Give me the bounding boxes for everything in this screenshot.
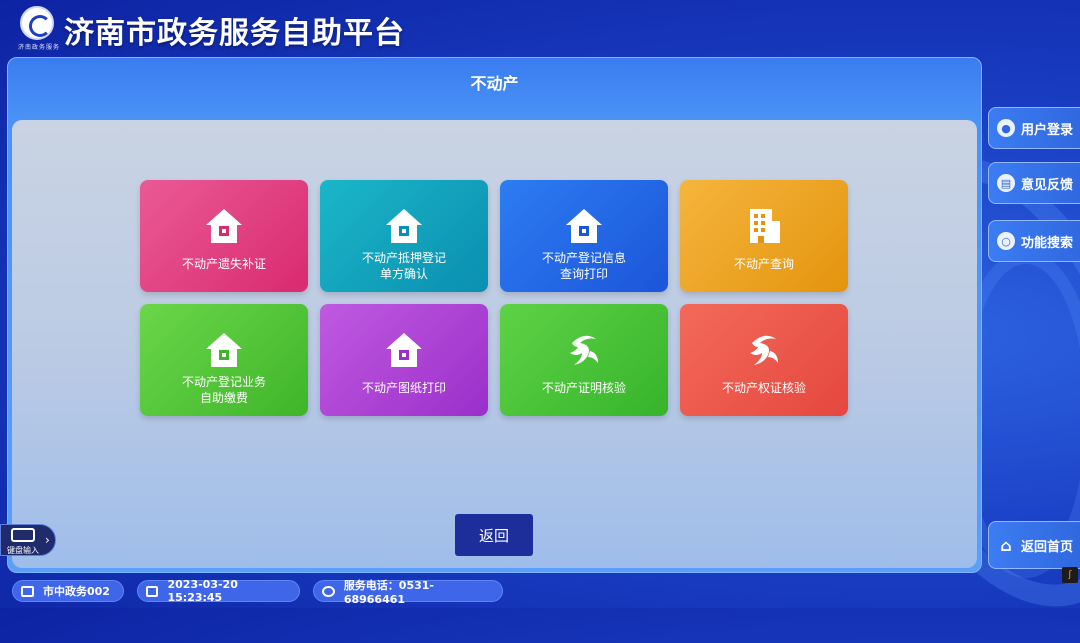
keyboard-icon bbox=[11, 528, 35, 542]
phone-icon bbox=[322, 585, 335, 597]
service-tile-label: 不动产图纸打印 bbox=[361, 381, 446, 395]
service-phone-badge: 服务电话：0531-68966461 bbox=[313, 579, 503, 606]
service-tile-4[interactable]: 不动产查询 bbox=[680, 180, 848, 292]
sidebar-item-feedback[interactable]: ▤ 意见反馈 bbox=[988, 162, 1080, 204]
service-tile-6[interactable]: 不动产图纸打印 bbox=[320, 304, 488, 416]
service-tile-1[interactable]: 不动产遗失补证 bbox=[140, 180, 308, 292]
terminal-id: 市中政务002 bbox=[43, 585, 110, 598]
header: 济南政务服务 济南市政务服务自助平台 bbox=[0, 0, 1080, 56]
building-icon bbox=[742, 206, 786, 246]
service-tile-label: 不动产权证核验 bbox=[721, 381, 806, 395]
house-icon bbox=[382, 330, 426, 370]
search-icon: ○ bbox=[997, 232, 1015, 250]
datetime-badge: 2023-03-20 15:23:45 bbox=[137, 578, 300, 604]
platform-logo-icon bbox=[20, 6, 54, 40]
service-tile-label: 不动产证明核验 bbox=[541, 381, 626, 395]
swirl-logo-icon bbox=[562, 330, 606, 370]
sidebar-item-label: 意见反馈 bbox=[1021, 177, 1074, 193]
service-tile-label: 不动产遗失补证 bbox=[181, 257, 266, 271]
monitor-icon bbox=[21, 585, 34, 597]
service-tile-8[interactable]: 不动产权证核验 bbox=[680, 304, 848, 416]
datetime: 2023-03-20 15:23:45 bbox=[167, 578, 238, 604]
service-tile-2[interactable]: 不动产抵押登记 单方确认 bbox=[320, 180, 488, 292]
house-icon bbox=[562, 206, 606, 246]
keyboard-input-label: 键盘输入 bbox=[7, 546, 39, 555]
system-tray-icon: ʃ bbox=[1062, 567, 1078, 583]
user-icon: ● bbox=[997, 119, 1015, 137]
keyboard-input-toggle[interactable]: 键盘输入 › bbox=[0, 524, 56, 556]
service-tile-label: 不动产抵押登记 单方确认 bbox=[361, 251, 446, 281]
site-title: 济南市政务服务自助平台 bbox=[64, 16, 405, 51]
home-icon: ⌂ bbox=[1000, 535, 1012, 555]
logo-text: 济南政务服务 bbox=[18, 44, 61, 51]
service-tile-label: 不动产查询 bbox=[733, 257, 794, 271]
service-phone: 服务电话：0531-68966461 bbox=[343, 578, 434, 606]
service-tile-7[interactable]: 不动产证明核验 bbox=[500, 304, 668, 416]
calendar-icon bbox=[146, 585, 159, 597]
panel-title: 不动产 bbox=[470, 74, 519, 93]
home-button[interactable]: ⌂ 返回首页 bbox=[988, 521, 1080, 569]
sidebar-item-label: 功能搜索 bbox=[1021, 235, 1074, 251]
service-tile-5[interactable]: 不动产登记业务 自助缴费 bbox=[140, 304, 308, 416]
chevron-right-icon: › bbox=[45, 533, 50, 547]
house-icon bbox=[382, 206, 426, 246]
service-tile-3[interactable]: 不动产登记信息 查询打印 bbox=[500, 180, 668, 292]
house-icon bbox=[202, 206, 246, 246]
home-button-label: 返回首页 bbox=[1021, 539, 1074, 555]
sidebar-item-label: 用户登录 bbox=[1021, 122, 1074, 138]
swirl-logo-icon bbox=[742, 330, 786, 370]
service-tile-label: 不动产登记信息 查询打印 bbox=[541, 251, 626, 281]
back-button[interactable]: 返回 bbox=[455, 514, 533, 556]
terminal-id-badge: 市中政务002 bbox=[12, 580, 124, 602]
feedback-icon: ▤ bbox=[997, 174, 1015, 192]
sidebar-item-search[interactable]: ○ 功能搜索 bbox=[988, 220, 1080, 262]
service-tile-label: 不动产登记业务 自助缴费 bbox=[181, 375, 266, 405]
sidebar-item-user-login[interactable]: ● 用户登录 bbox=[988, 107, 1080, 149]
house-icon bbox=[202, 330, 246, 370]
